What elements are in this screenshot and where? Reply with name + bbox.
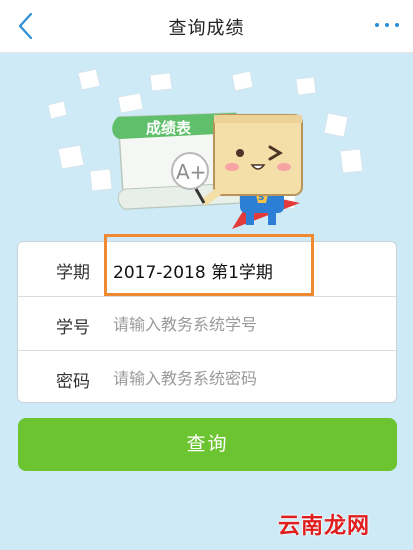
app-header: 查询成绩 bbox=[0, 0, 413, 53]
term-select[interactable]: 2017-2018 第1学期 bbox=[113, 258, 273, 283]
term-label: 学期 bbox=[56, 263, 90, 283]
password-label: 密码 bbox=[56, 372, 90, 392]
query-button[interactable]: 查询 bbox=[18, 418, 397, 471]
password-input[interactable] bbox=[111, 362, 375, 394]
student-id-input[interactable] bbox=[111, 308, 375, 340]
page-title: 查询成绩 bbox=[168, 18, 245, 39]
scroll-label: 成绩表 bbox=[146, 119, 192, 137]
query-form: 学期 2017-2018 第1学期 学号 密码 bbox=[17, 241, 397, 403]
watermark-text: 云南龙网 bbox=[278, 514, 371, 539]
paper-sheet-icon bbox=[77, 68, 101, 91]
mascot-illustration: 成绩表 A+ S bbox=[47, 68, 364, 229]
hero-illustration: 成绩表 A+ S bbox=[0, 53, 413, 235]
term-row[interactable]: 学期 2017-2018 第1学期 bbox=[18, 242, 396, 296]
password-row: 密码 bbox=[18, 350, 396, 405]
student-id-row: 学号 bbox=[18, 296, 396, 351]
student-id-label: 学号 bbox=[56, 318, 90, 338]
more-options-button[interactable] bbox=[371, 14, 403, 38]
more-dots-icon bbox=[375, 23, 379, 27]
grade-label: A+ bbox=[176, 160, 206, 184]
